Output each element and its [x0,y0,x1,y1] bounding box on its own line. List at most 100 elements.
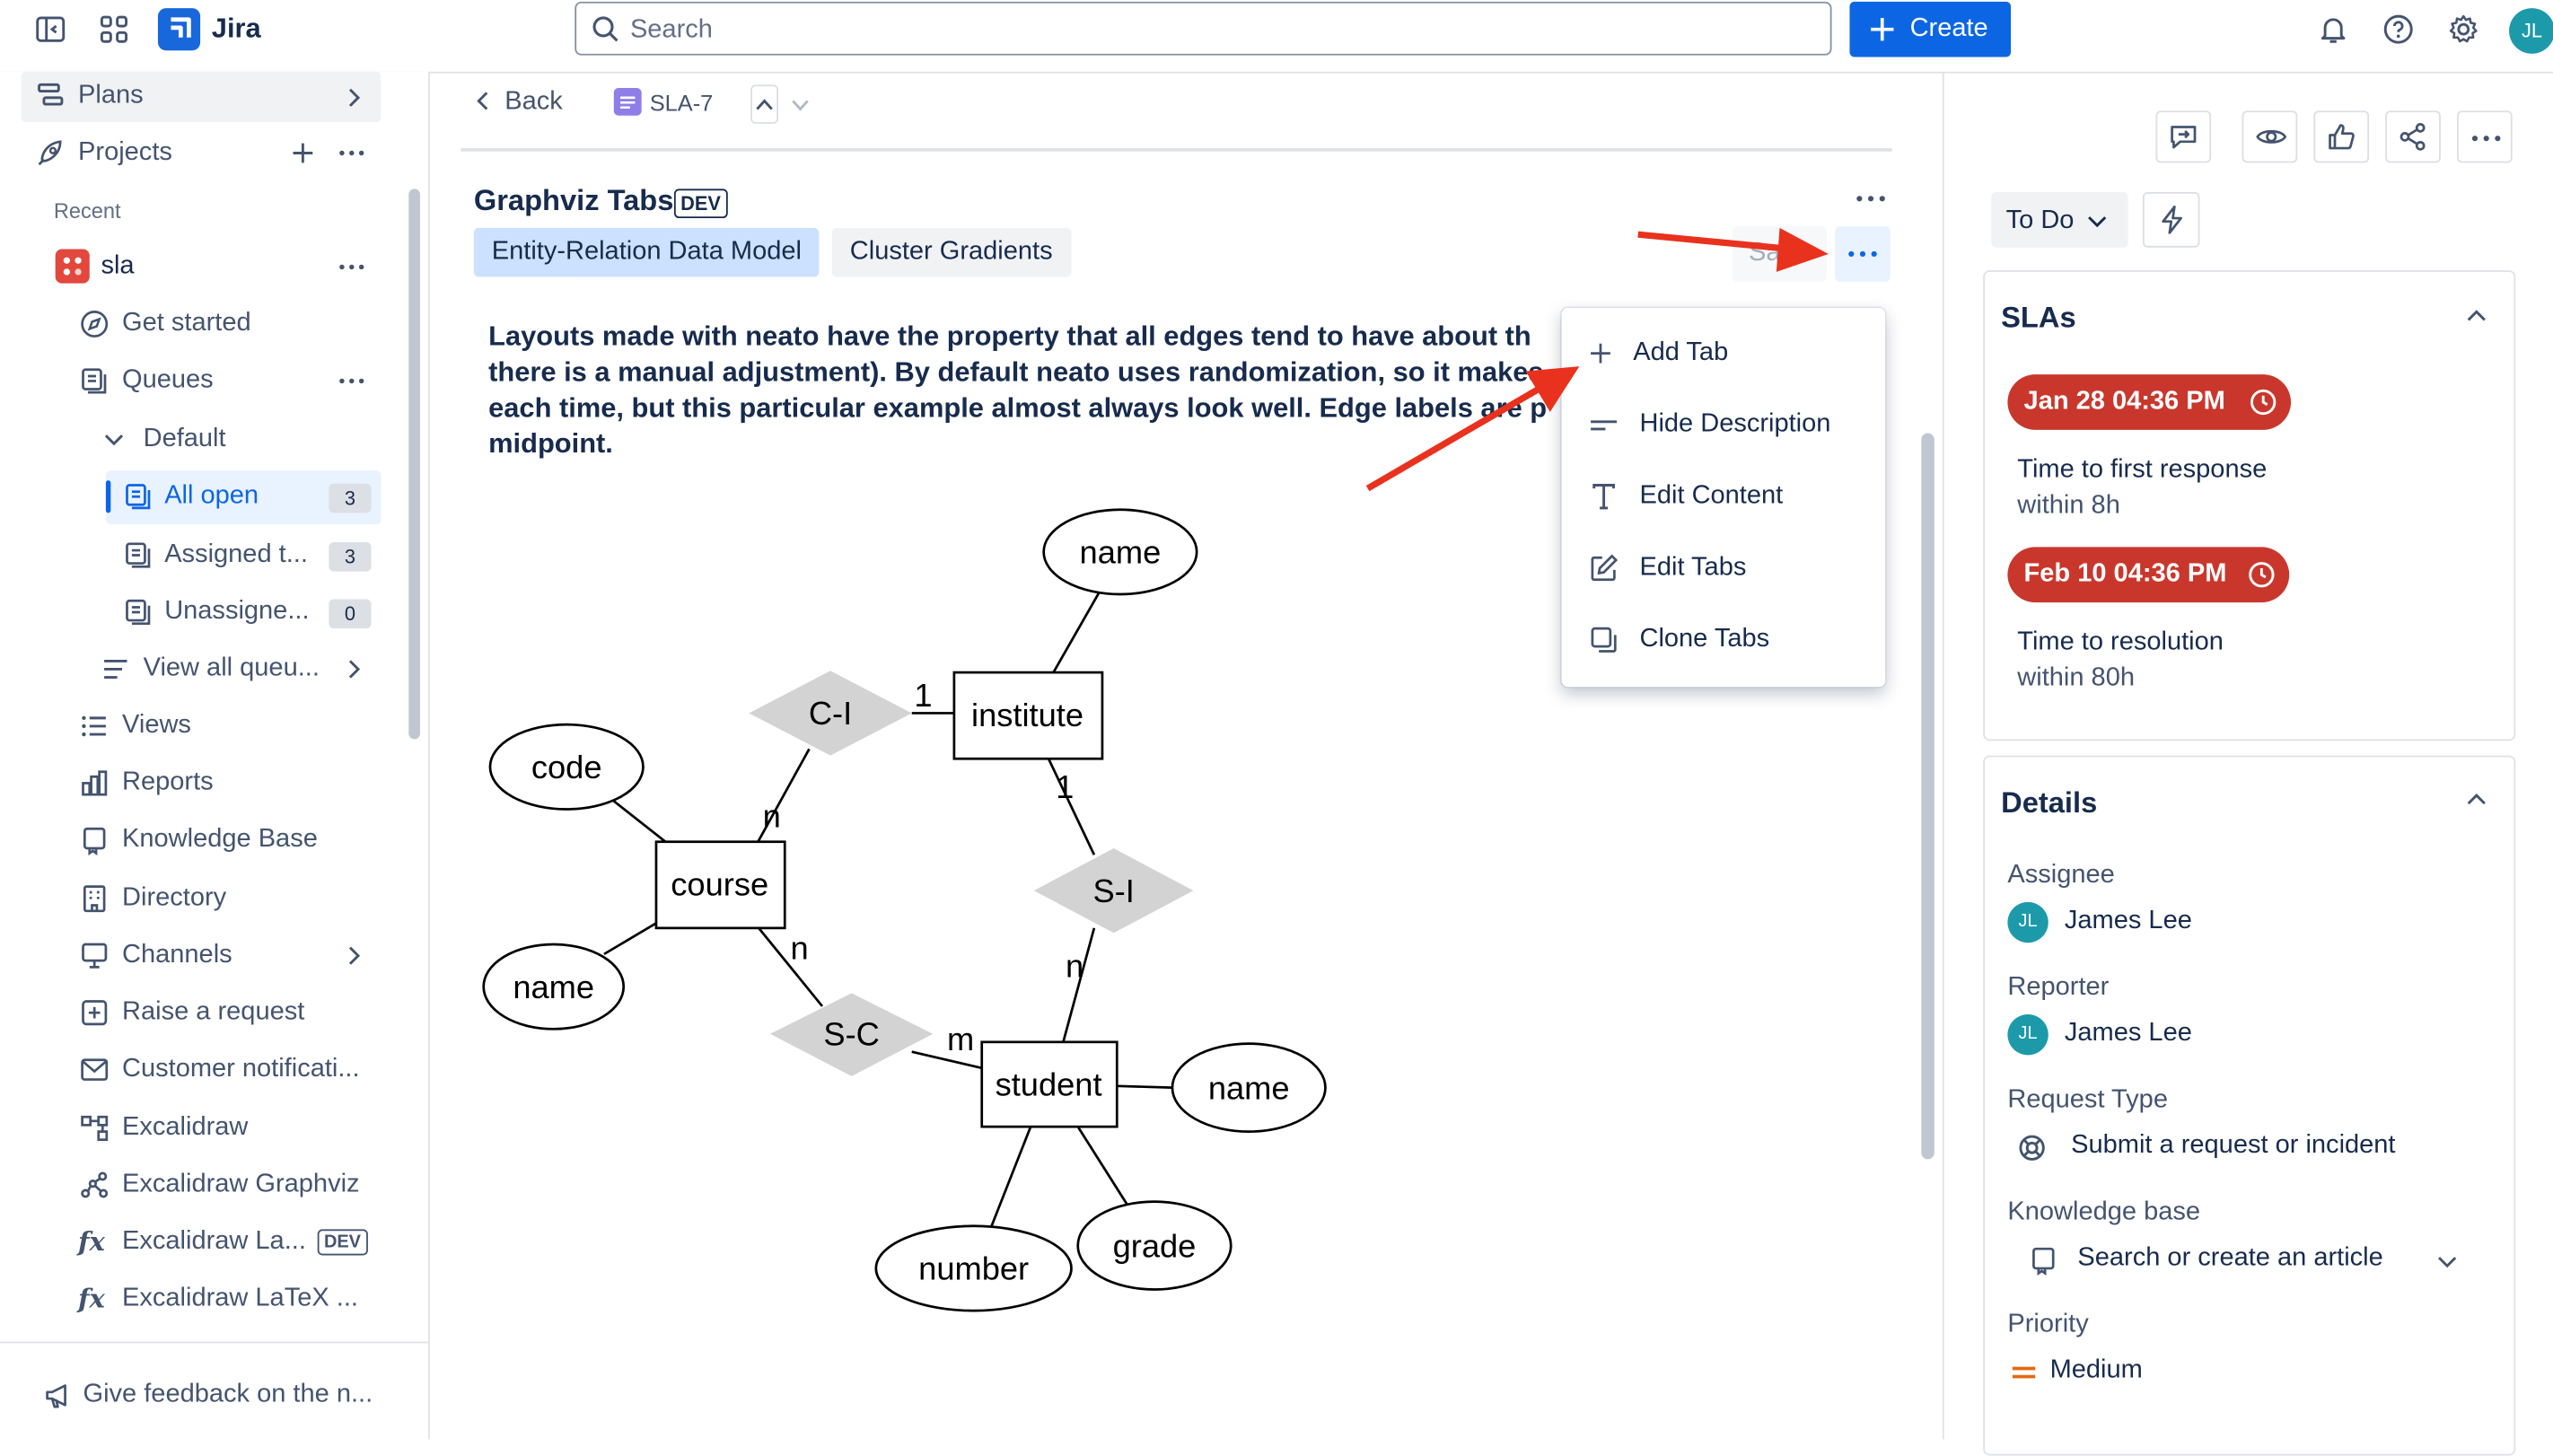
more-options-icon[interactable] [337,140,366,166]
email-icon [78,1054,110,1086]
create-button[interactable]: Create [1849,1,2012,57]
chevron-right-icon [348,946,361,965]
priority-field[interactable]: Medium [2007,1350,2333,1396]
sidebar-item-channels[interactable]: Channels [22,930,382,982]
notifications-bell-icon[interactable] [2317,13,2349,46]
knowledge-base-value: Search or create an article [2077,1243,2383,1272]
menu-item-edit-tabs[interactable]: Edit Tabs [1561,536,1885,601]
search-input[interactable]: Search [575,1,1832,56]
give-feedback-button[interactable]: Give feedback on the n... [22,1369,404,1421]
sla-sublabel: within 80h [2017,664,2135,692]
sidebar-item-directory[interactable]: Directory [22,873,412,925]
assignee-label: Assignee [2007,861,2115,890]
like-button[interactable] [2313,110,2370,163]
all-open-count: 3 [329,483,372,513]
sidebar-item-projects[interactable]: Projects [22,127,382,179]
reporter-field[interactable]: JL James Lee [2007,1013,2349,1058]
sidebar-item-excalidraw[interactable]: Excalidraw [22,1102,412,1154]
channels-label: Channels [122,941,232,969]
megaphone-icon [42,1379,75,1411]
menu-item-edit-content[interactable]: Edit Content [1561,464,1885,530]
sla-sublabel: within 8h [2017,491,2120,520]
sidebar-item-default-group[interactable]: Default [22,414,412,466]
jira-logo-icon[interactable] [157,8,201,51]
sidebar-item-customer-notifications[interactable]: Customer notificati... [22,1044,412,1096]
more-options-icon[interactable] [337,254,366,280]
sidebar-item-excalidraw-latex[interactable]: fx Excalidraw LaTeX ... [22,1273,412,1325]
sidebar-item-excalidraw-la[interactable]: fx Excalidraw La... DEV [22,1216,382,1268]
help-icon[interactable] [2382,13,2415,46]
reporter-label: Reporter [2007,973,2110,1002]
more-options-icon[interactable] [337,368,366,394]
graph-nodes-icon [78,1169,110,1201]
back-label: Back [504,87,563,116]
chevron-up-icon[interactable] [2465,788,2487,811]
add-project-plus-icon[interactable] [290,140,316,166]
request-type-field[interactable]: Submit a request or incident [2007,1125,2479,1171]
attribute-label: code [531,749,602,785]
divider [0,1341,429,1344]
edge-label: m [947,1021,974,1057]
views-label: Views [122,711,191,740]
dev-badge: DEV [673,189,728,219]
sidebar-item-queues[interactable]: Queues [22,355,382,407]
menu-item-hide-description[interactable]: Hide Description [1561,392,1885,458]
profile-avatar[interactable]: JL [2509,8,2553,54]
menu-item-label: Add Tab [1633,338,1729,367]
sidebar-item-knowledge-base[interactable]: Knowledge Base [22,814,412,866]
menu-item-clone-tabs[interactable]: Clone Tabs [1561,608,1885,673]
next-issue-button[interactable] [788,84,816,124]
sidebar-toggle-icon[interactable] [34,13,66,46]
share-button[interactable] [2385,110,2441,163]
tabs-actions-menu: Add Tab Hide Description Edit Content Ed… [1561,307,1886,688]
directory-label: Directory [122,883,227,912]
feedback-button[interactable] [2155,110,2212,163]
lifebuoy-icon [2019,1135,2045,1161]
plus-icon [1591,343,1610,364]
back-button[interactable]: Back [469,78,599,127]
sidebar-item-assigned[interactable]: Assigned t... 3 [106,529,382,581]
monitor-icon [78,940,110,972]
sidebar-item-views[interactable]: Views [22,700,412,752]
app-switcher-icon[interactable] [98,13,130,46]
more-actions-button[interactable] [2457,110,2513,163]
default-label: Default [143,425,226,453]
sidebar-item-raise-request[interactable]: Raise a request [22,987,412,1039]
sidebar-item-project-sla[interactable]: sla [22,241,382,293]
sidebar-item-unassigned[interactable]: Unassigne... 0 [106,586,382,638]
status-dropdown[interactable]: To Do [1991,192,2128,248]
sidebar-scrollbar[interactable] [408,189,420,740]
watch-button[interactable] [2242,110,2298,163]
sidebar-item-plans[interactable]: Plans [21,71,382,123]
sidebar-item-reports[interactable]: Reports [22,757,412,809]
assigned-count: 3 [329,541,372,572]
tab-entity-relation[interactable]: Entity-Relation Data Model [473,227,820,277]
chevron-down-icon [104,434,124,446]
edge-label: 1 [914,677,932,714]
assigned-label: Assigned t... [164,540,308,569]
sidebar-item-view-all-queues[interactable]: View all queu... [22,643,382,695]
more-options-icon [1848,250,1877,258]
save-button[interactable]: Sa [1732,226,1828,282]
menu-item-add-tab[interactable]: Add Tab [1561,320,1885,386]
settings-gear-icon[interactable] [2447,13,2479,46]
tabs-more-button[interactable] [1835,226,1891,282]
sidebar-item-excalidraw-graphviz[interactable]: Excalidraw Graphviz [22,1159,412,1211]
previous-issue-button[interactable] [750,84,778,124]
details-title: Details [2001,786,2098,820]
assignee-field[interactable]: JL James Lee [2007,900,2349,946]
tab-cluster-gradients[interactable]: Cluster Gradients [831,227,1071,277]
app-name[interactable]: Jira [212,13,261,46]
sidebar-item-all-open[interactable]: All open 3 [105,470,382,525]
edge-label: n [790,929,808,966]
knowledge-base-field[interactable]: Search or create an article [2007,1237,2479,1283]
panel-more-icon[interactable] [1853,186,1889,212]
main-scrollbar[interactable] [1921,433,1934,1160]
chevron-up-icon[interactable] [2465,304,2487,327]
automation-button[interactable] [2142,192,2200,248]
reports-chart-icon [78,767,110,799]
create-label: Create [1909,14,1988,43]
issue-key-link[interactable]: SLA-7 [650,90,714,116]
chevron-right-icon[interactable] [340,84,366,110]
sidebar-item-get-started[interactable]: Get started [22,298,412,350]
